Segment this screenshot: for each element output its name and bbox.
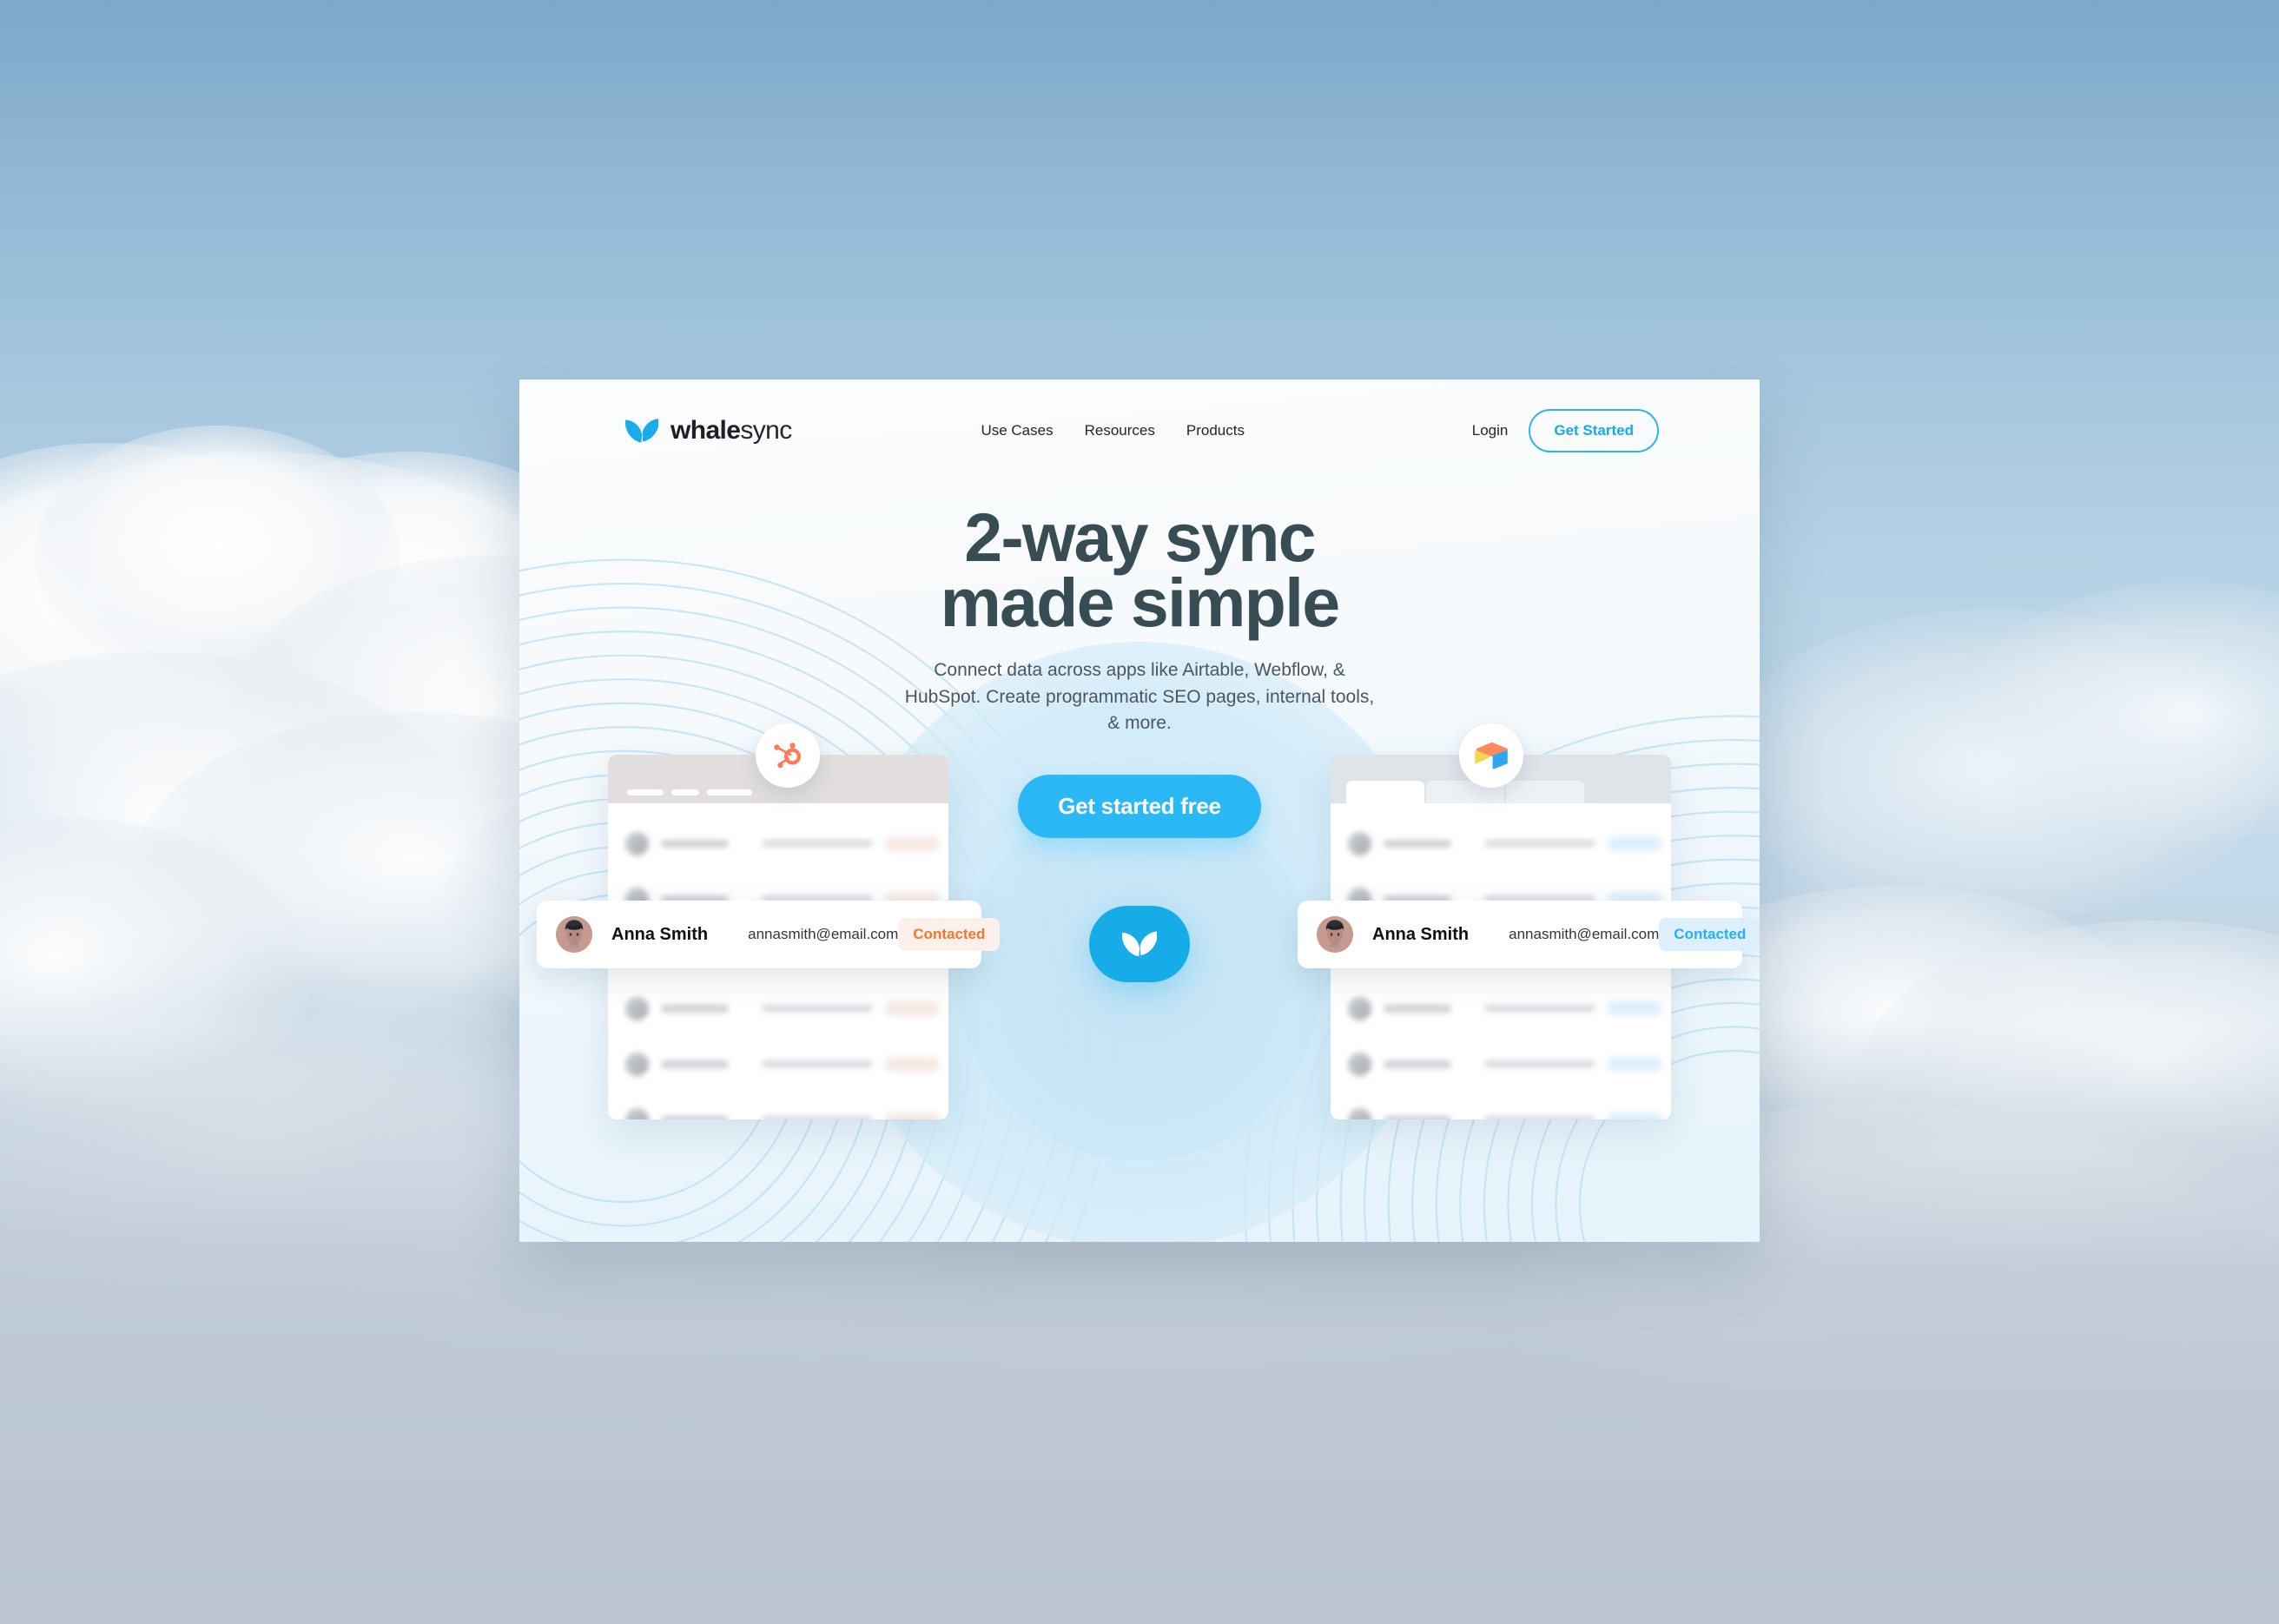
avatar [1348, 1107, 1371, 1119]
whale-tail-icon [625, 419, 658, 443]
row-email [1484, 1060, 1595, 1067]
card-tab[interactable] [1506, 781, 1584, 803]
row-email [762, 1116, 873, 1119]
nav-link-products[interactable]: Products [1186, 422, 1245, 439]
nav-link-resources[interactable]: Resources [1085, 422, 1155, 439]
brand-logo[interactable]: whalesync [625, 416, 792, 446]
status-badge [885, 1056, 939, 1072]
status-badge [1608, 835, 1661, 851]
status-badge [1608, 1112, 1661, 1119]
table-row [608, 980, 948, 1036]
row-name [661, 839, 729, 848]
status-badge[interactable]: Contacted [898, 918, 1001, 951]
headline-line-2: made simple [940, 564, 1341, 642]
page-title: 2-way sync made simple [519, 503, 1760, 642]
row-name [1384, 839, 1451, 848]
avatar [625, 1107, 649, 1119]
whale-tail-icon [1122, 931, 1157, 957]
contact-email: annasmith@email.com [748, 926, 899, 942]
login-link[interactable]: Login [1472, 422, 1509, 439]
whalesync-center-chip [1089, 906, 1190, 982]
toolbar-pill [627, 789, 664, 795]
row-name [661, 1004, 729, 1013]
table-row [1331, 815, 1671, 871]
row-email [1484, 1005, 1595, 1012]
status-badge [885, 1112, 939, 1119]
contact-row-left[interactable]: Anna Smith annasmith@email.com Contacted [537, 901, 1001, 968]
brand-wordmark: whalesync [670, 416, 792, 446]
avatar [625, 831, 649, 855]
row-name [1384, 1004, 1451, 1013]
status-badge [885, 835, 939, 851]
brand-name-light: sync [740, 416, 792, 445]
card-tab[interactable] [1346, 781, 1424, 803]
avatar [1317, 916, 1353, 953]
avatar [625, 1052, 649, 1076]
headline-line-1: 2-way sync [964, 498, 1316, 576]
hubspot-integration-badge[interactable] [756, 723, 820, 788]
nav-link-use-cases[interactable]: Use Cases [981, 422, 1053, 439]
row-email [762, 1060, 873, 1067]
row-name [1384, 1060, 1451, 1068]
avatar [1348, 996, 1371, 1020]
row-email [1484, 840, 1595, 847]
hubspot-logo-icon [774, 743, 802, 769]
row-name [1384, 1115, 1451, 1119]
airtable-integration-badge[interactable] [1459, 723, 1523, 788]
avatar-portrait-icon [1317, 916, 1353, 953]
row-email [762, 840, 873, 847]
contact-row-right[interactable]: Anna Smith annasmith@email.com Contacted [1298, 901, 1760, 968]
toolbar-pill [671, 789, 699, 795]
status-badge [1608, 1000, 1661, 1016]
avatar [556, 916, 592, 953]
avatar [625, 996, 649, 1020]
toolbar-pill [707, 789, 752, 795]
avatar-portrait-icon [556, 916, 592, 953]
row-name [661, 1060, 729, 1068]
table-row [608, 1036, 948, 1092]
site-navbar: whalesync Use Cases Resources Products L… [519, 380, 1760, 482]
table-row [1331, 980, 1671, 1036]
table-row [608, 1092, 948, 1119]
navbar-links: Use Cases Resources Products [981, 422, 1245, 439]
status-badge [1608, 1056, 1661, 1072]
row-email [762, 1005, 873, 1012]
row-email [1484, 1116, 1595, 1119]
avatar [1348, 1052, 1371, 1076]
contact-name: Anna Smith [611, 924, 709, 944]
get-started-button[interactable]: Get Started [1529, 409, 1659, 452]
status-badge [885, 1000, 939, 1016]
navbar-actions: Login Get Started [1472, 409, 1659, 452]
status-badge[interactable]: Contacted [1659, 918, 1760, 951]
website-panel: whalesync Use Cases Resources Products L… [519, 380, 1760, 1242]
table-row [1331, 1092, 1671, 1119]
table-row [1331, 1036, 1671, 1092]
table-row [608, 815, 948, 871]
contact-name: Anna Smith [1372, 924, 1470, 944]
airtable-logo-icon [1475, 742, 1508, 769]
row-name [661, 1115, 729, 1119]
get-started-free-button[interactable]: Get started free [1018, 775, 1261, 839]
contact-email: annasmith@email.com [1509, 926, 1660, 942]
brand-name-bold: whale [670, 416, 741, 445]
avatar [1348, 831, 1371, 855]
